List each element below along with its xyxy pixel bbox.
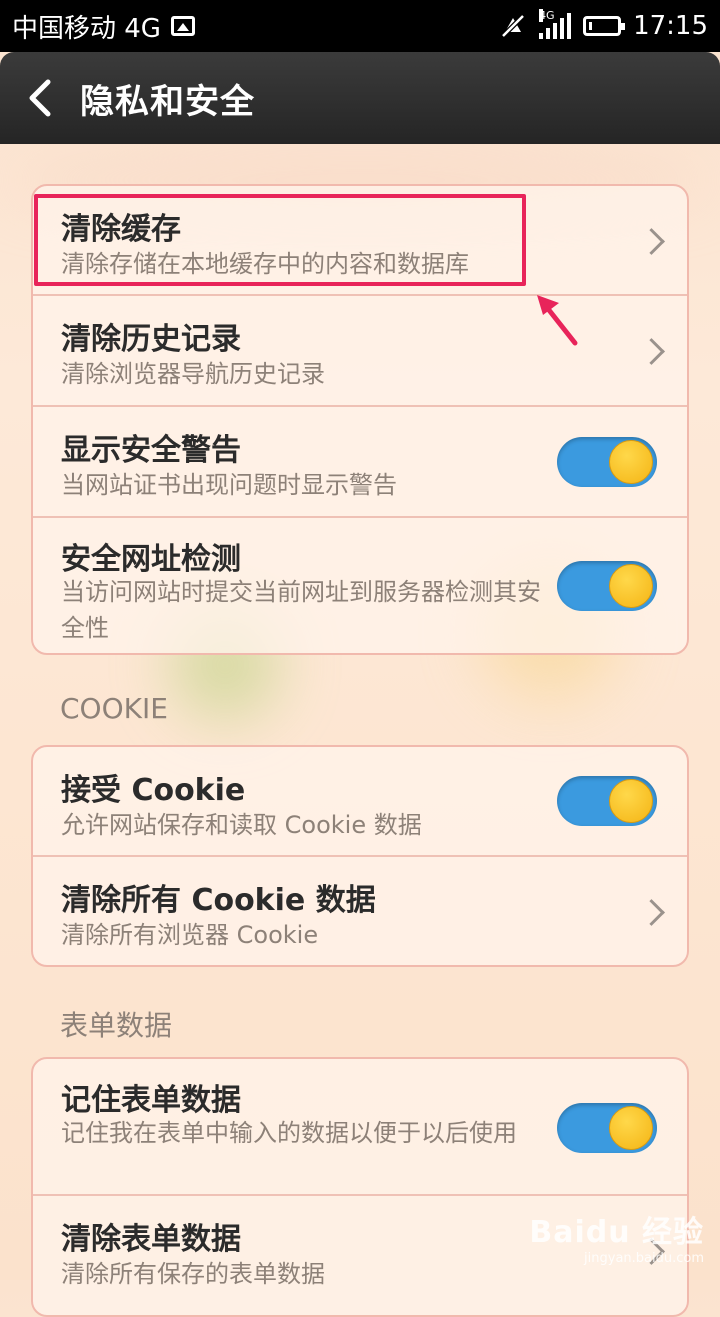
row-subtitle: 清除所有保存的表单数据 (61, 1260, 325, 1288)
row-subtitle: 当网站证书出现问题时显示警告 (61, 471, 397, 499)
chevron-right-icon (638, 228, 665, 255)
row-title: 清除表单数据 (61, 1222, 241, 1257)
signal-icon: 4G (539, 9, 572, 39)
carrier-label: 中国移动 4G (12, 13, 161, 44)
section-label-cookie: COOKIE (60, 692, 168, 725)
back-button[interactable] (0, 52, 80, 144)
status-bar: 中国移动 4G 4G 17:15 (0, 0, 720, 52)
network-type-label: 4G (539, 9, 555, 22)
row-subtitle: 清除所有浏览器 Cookie (61, 921, 319, 949)
remember-form-data-toggle[interactable] (557, 1103, 657, 1153)
clock: 17:15 (633, 11, 708, 41)
cookie-settings-card: 接受 Cookie 允许网站保存和读取 Cookie 数据 清除所有 Cooki… (31, 745, 689, 967)
chevron-right-icon (638, 338, 665, 365)
security-warning-toggle[interactable] (557, 437, 657, 487)
row-title: 记住表单数据 (61, 1083, 241, 1118)
chevron-right-icon (638, 899, 665, 926)
watermark-brand: Baidu 经验 (529, 1215, 704, 1250)
row-subtitle: 允许网站保存和读取 Cookie 数据 (61, 811, 422, 839)
form-data-card: 记住表单数据 记住我在表单中输入的数据以便于以后使用 清除表单数据 清除所有保存… (31, 1057, 689, 1317)
row-subtitle: 记住我在表单中输入的数据以便于以后使用 (61, 1119, 517, 1147)
row-subtitle: 当访问网站时提交当前网址到服务器检测其安全性 (61, 578, 541, 642)
mute-icon (501, 14, 525, 38)
row-title: 清除所有 Cookie 数据 (61, 883, 376, 918)
accept-cookie-row: 接受 Cookie 允许网站保存和读取 Cookie 数据 (33, 747, 687, 857)
pointer-arrow-icon (537, 295, 578, 346)
watermark: Baidu 经验 jingyan.baidu.com (529, 1207, 704, 1266)
highlight-box (34, 194, 526, 286)
accept-cookie-toggle[interactable] (557, 776, 657, 826)
row-subtitle: 清除浏览器导航历史记录 (61, 360, 325, 388)
toggle-knob (609, 1106, 653, 1150)
toggle-knob (609, 779, 653, 823)
row-title: 接受 Cookie (61, 773, 246, 808)
remember-form-data-row: 记住表单数据 记住我在表单中输入的数据以便于以后使用 (33, 1059, 687, 1196)
app-header: 隐私和安全 (0, 52, 720, 144)
toggle-knob (609, 564, 653, 608)
safe-url-check-toggle[interactable] (557, 561, 657, 611)
battery-icon (583, 16, 626, 36)
page-title: 隐私和安全 (80, 81, 255, 122)
clear-cookies-row[interactable]: 清除所有 Cookie 数据 清除所有浏览器 Cookie (33, 857, 687, 965)
security-warning-row: 显示安全警告 当网站证书出现问题时显示警告 (33, 407, 687, 518)
row-title: 安全网址检测 (61, 542, 241, 577)
section-label-form-data: 表单数据 (60, 1009, 173, 1042)
gallery-icon (170, 16, 195, 36)
back-arrow-icon (29, 79, 51, 117)
safe-url-check-row: 安全网址检测 当访问网站时提交当前网址到服务器检测其安全性 (33, 518, 687, 653)
clear-history-row[interactable]: 清除历史记录 清除浏览器导航历史记录 (33, 296, 687, 407)
row-title: 清除历史记录 (61, 322, 241, 357)
watermark-url: jingyan.baidu.com (584, 1251, 704, 1266)
toggle-knob (609, 440, 653, 484)
row-title: 显示安全警告 (61, 433, 241, 468)
